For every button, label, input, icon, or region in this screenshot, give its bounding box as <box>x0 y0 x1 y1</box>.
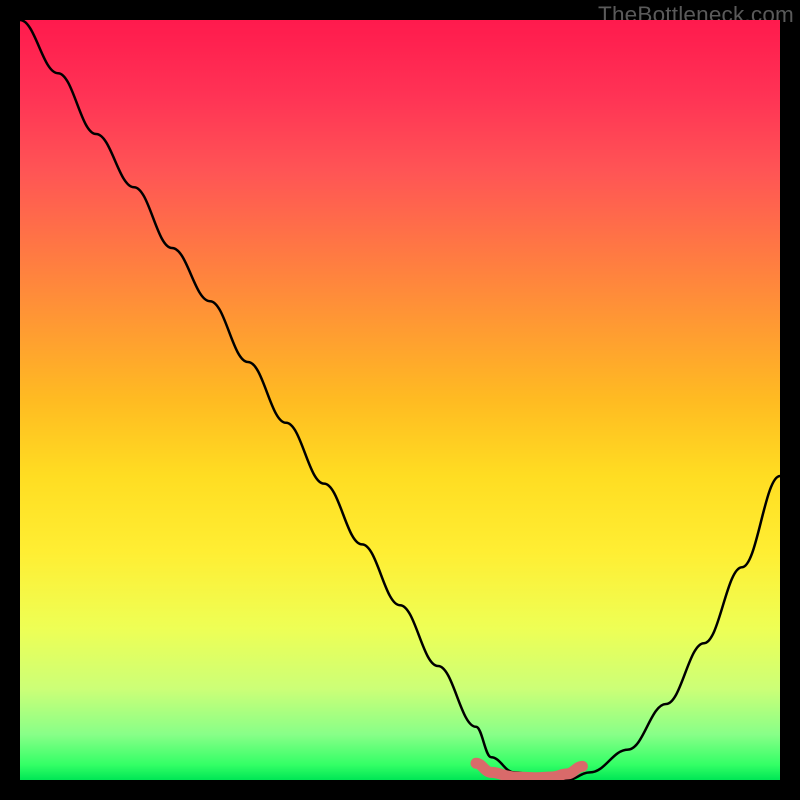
plot-area <box>20 20 780 780</box>
optimal-band <box>476 763 582 777</box>
bottleneck-curve <box>20 20 780 780</box>
chart-svg <box>20 20 780 780</box>
chart-container: TheBottleneck.com <box>0 0 800 800</box>
